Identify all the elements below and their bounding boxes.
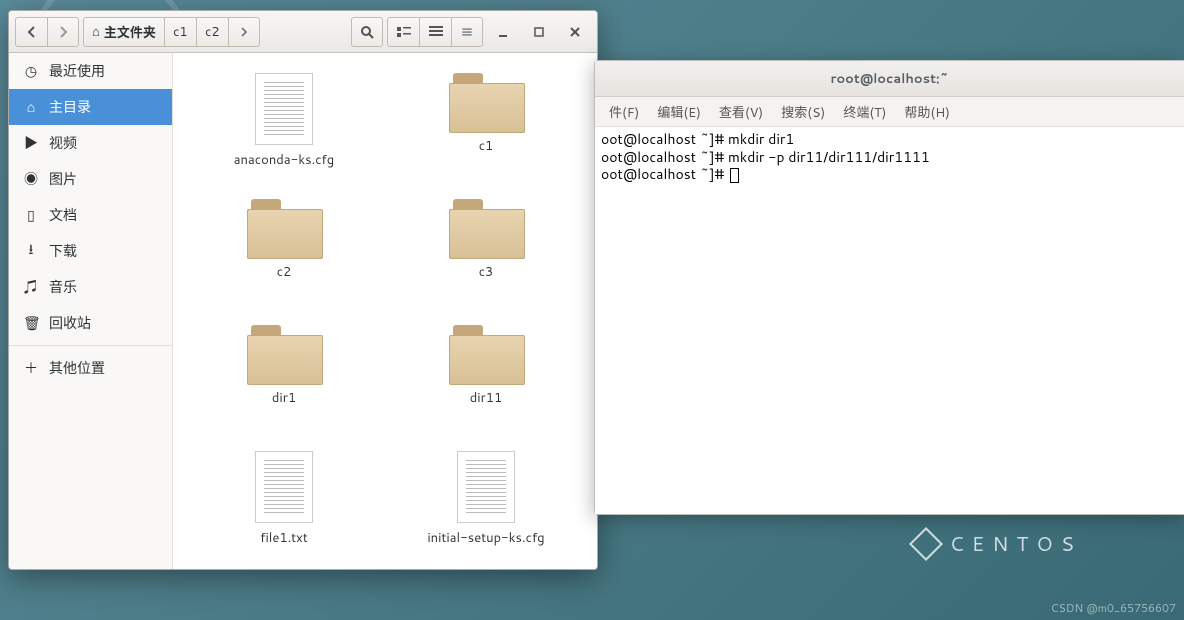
camera-icon: ◉: [23, 169, 39, 189]
sidebar-home[interactable]: ⌂ 主目录: [9, 89, 172, 125]
folder-icon: [247, 199, 321, 257]
breadcrumb-seg1[interactable]: c1: [164, 17, 196, 47]
sidebar-item-label: 回收站: [49, 313, 91, 333]
terminal-title-text: root@localhost:~: [830, 70, 948, 88]
file-manager-window: ⌂ 主文件夹 c1 c2 ≡ ◷ 最近使用 ⌂ 主目录 ▶ 视频 ◉ 图片 ▯ 文档 ⭳ 下…: [8, 10, 598, 570]
video-icon: ▶: [23, 133, 39, 153]
sidebar-item-label: 其他位置: [49, 358, 105, 378]
nav-buttons: [15, 17, 79, 47]
search-button[interactable]: [351, 17, 383, 47]
document-icon: ▯: [23, 205, 39, 225]
folder-item[interactable]: dir1: [209, 321, 359, 447]
document-icon: [457, 451, 515, 523]
icon-view-button[interactable]: [387, 17, 419, 47]
view-controls: ≡: [387, 17, 483, 47]
file-label: dir1: [272, 389, 296, 407]
sidebar-item-label: 图片: [49, 169, 77, 189]
hamburger-menu-button[interactable]: ≡: [451, 17, 483, 47]
menu-view[interactable]: 查看(V): [711, 98, 771, 126]
breadcrumb-more[interactable]: [228, 17, 260, 47]
minimize-button[interactable]: [487, 17, 519, 47]
close-button[interactable]: [559, 17, 591, 47]
breadcrumb-home-label: 主文件夹: [104, 22, 156, 42]
forward-button[interactable]: [47, 17, 79, 47]
sidebar-music[interactable]: ♫ 音乐: [9, 269, 172, 305]
terminal-titlebar[interactable]: root@localhost:~: [595, 61, 1184, 97]
sidebar-item-label: 视频: [49, 133, 77, 153]
music-icon: ♫: [23, 277, 39, 297]
terminal-window: root@localhost:~ 件(F) 编辑(E) 查看(V) 搜索(S) …: [594, 60, 1184, 515]
file-item[interactable]: file1.txt: [209, 447, 359, 569]
sidebar-item-label: 下载: [49, 241, 77, 261]
sidebar-item-label: 最近使用: [49, 61, 105, 81]
terminal-body[interactable]: oot@localhost ~]# mkdir dir1oot@localhos…: [595, 127, 1184, 514]
file-manager-toolbar: ⌂ 主文件夹 c1 c2 ≡: [9, 11, 597, 53]
file-label: c2: [277, 263, 292, 281]
breadcrumb-home[interactable]: ⌂ 主文件夹: [83, 17, 164, 47]
sidebar-downloads[interactable]: ⭳ 下载: [9, 233, 172, 269]
menu-terminal[interactable]: 终端(T): [835, 98, 894, 126]
file-label: initial-setup-ks.cfg: [427, 529, 544, 547]
file-label: anaconda-ks.cfg: [234, 151, 334, 169]
sidebar-divider: [9, 345, 172, 346]
sidebar-documents[interactable]: ▯ 文档: [9, 197, 172, 233]
folder-item[interactable]: c1: [411, 69, 561, 195]
sidebar-other[interactable]: ＋ 其他位置: [9, 350, 172, 386]
file-label: c3: [479, 263, 494, 281]
document-icon: [255, 451, 313, 523]
breadcrumb: ⌂ 主文件夹 c1 c2: [83, 17, 260, 47]
grid-icon: [397, 26, 411, 38]
folder-item[interactable]: c3: [411, 195, 561, 321]
breadcrumb-seg2[interactable]: c2: [196, 17, 228, 47]
file-label: dir11: [470, 389, 502, 407]
search-icon: [360, 25, 374, 39]
trash-icon: 🗑: [23, 313, 39, 333]
folder-item[interactable]: dir11: [411, 321, 561, 447]
centos-logo-text: CENTOS: [950, 530, 1082, 558]
chevron-down-icon: [429, 26, 443, 38]
folder-icon: [449, 73, 523, 131]
menu-icon: ≡: [460, 22, 473, 42]
home-icon: ⌂: [92, 23, 100, 41]
file-label: c1: [479, 137, 494, 155]
menu-search[interactable]: 搜索(S): [773, 98, 833, 126]
back-button[interactable]: [15, 17, 47, 47]
file-grid: anaconda-ks.cfg c1 c2 c3 dir1 dir11 file1.txt i…: [173, 53, 597, 569]
list-view-button[interactable]: [419, 17, 451, 47]
watermark: CSDN @m0_65756607: [1051, 600, 1176, 616]
sidebar-trash[interactable]: 🗑 回收站: [9, 305, 172, 341]
document-icon: [255, 73, 313, 145]
sidebar-pictures[interactable]: ◉ 图片: [9, 161, 172, 197]
folder-icon: [247, 325, 321, 383]
file-item[interactable]: initial-setup-ks.cfg: [411, 447, 561, 569]
sidebar-recent[interactable]: ◷ 最近使用: [9, 53, 172, 89]
file-item[interactable]: anaconda-ks.cfg: [209, 69, 359, 195]
menu-edit[interactable]: 编辑(E): [649, 98, 709, 126]
terminal-menubar: 件(F) 编辑(E) 查看(V) 搜索(S) 终端(T) 帮助(H): [595, 97, 1184, 127]
sidebar-item-label: 文档: [49, 205, 77, 225]
file-label: file1.txt: [260, 529, 307, 547]
centos-mark-icon: [909, 527, 943, 561]
folder-item[interactable]: c2: [209, 195, 359, 321]
maximize-button[interactable]: [523, 17, 555, 47]
home-icon: ⌂: [23, 97, 39, 117]
plus-icon: ＋: [23, 358, 39, 378]
folder-icon: [449, 199, 523, 257]
menu-help[interactable]: 帮助(H): [896, 98, 958, 126]
download-icon: ⭳: [23, 239, 39, 263]
terminal-cursor: [730, 168, 739, 183]
menu-file[interactable]: 件(F): [601, 98, 647, 126]
clock-icon: ◷: [23, 61, 39, 81]
centos-logo: CENTOS: [914, 530, 1082, 558]
folder-icon: [449, 325, 523, 383]
file-manager-sidebar: ◷ 最近使用 ⌂ 主目录 ▶ 视频 ◉ 图片 ▯ 文档 ⭳ 下载 ♫ 音乐 🗑 回收站 ＋ 其他位…: [9, 53, 173, 569]
sidebar-videos[interactable]: ▶ 视频: [9, 125, 172, 161]
sidebar-item-label: 音乐: [49, 277, 77, 297]
sidebar-item-label: 主目录: [49, 97, 91, 117]
